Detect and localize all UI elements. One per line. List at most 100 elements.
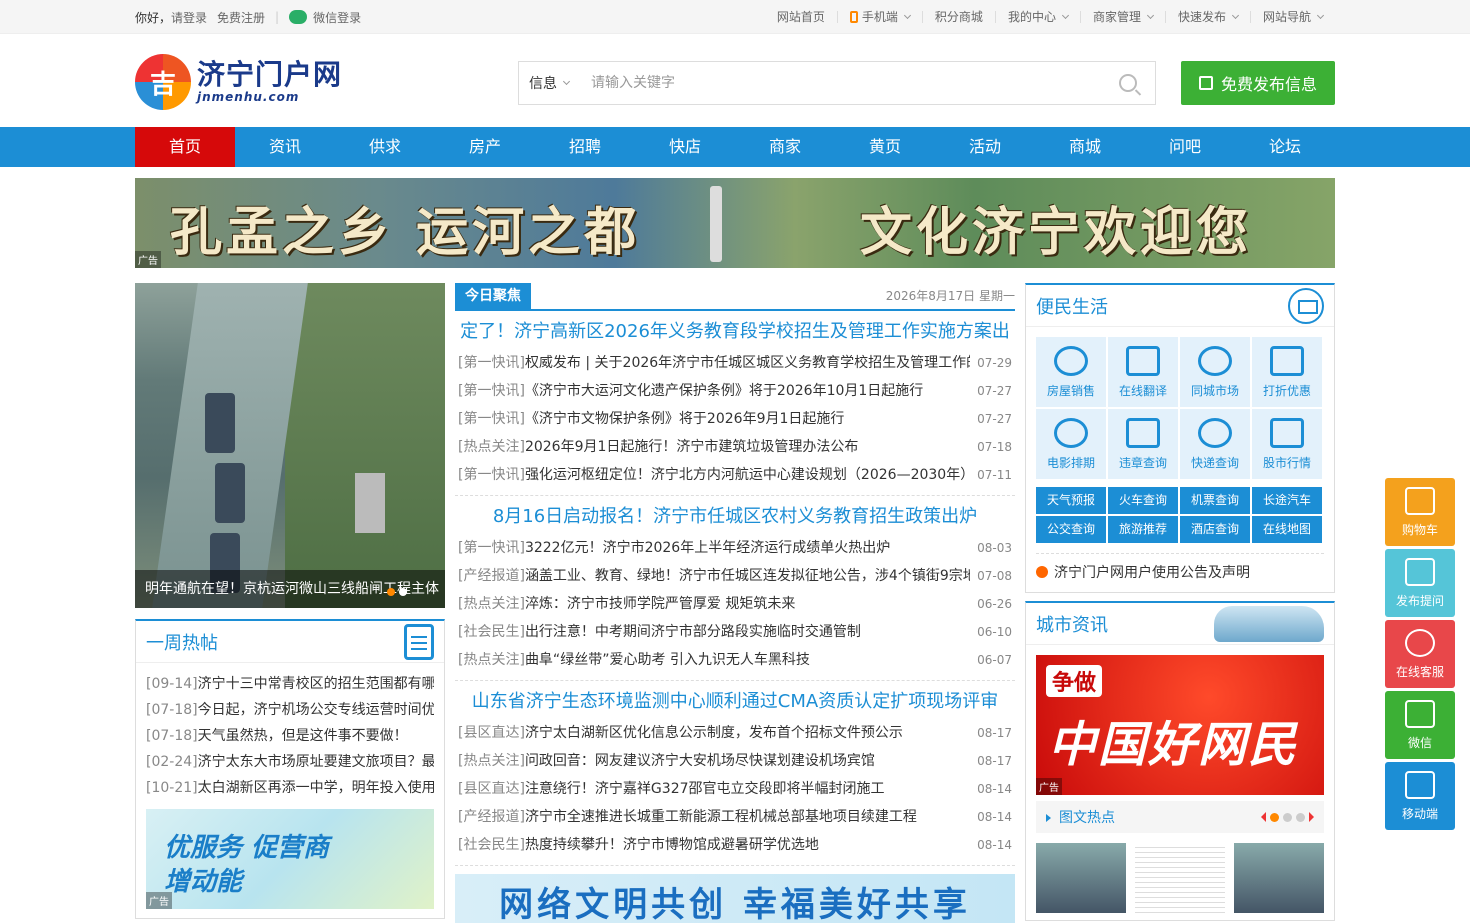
nav-item[interactable]: 商家 (735, 127, 835, 167)
nav-item[interactable]: 资讯 (235, 127, 335, 167)
service-button[interactable]: 酒店查询 (1180, 516, 1250, 543)
prev-arrow-icon[interactable] (1261, 812, 1266, 822)
top-link[interactable]: 我的中心 (994, 11, 1080, 23)
slider-dot[interactable] (399, 588, 407, 596)
service-5[interactable]: 违章查询 (1108, 409, 1178, 479)
news-title: [社会民生]出行注意！中考期间济宁市部分路段实施临时交通管制 (458, 618, 970, 646)
middle-ad[interactable]: 网络文明共创 幸福美好共享 (455, 874, 1015, 923)
news-item[interactable]: [第一快讯]强化运河枢纽定位！济宁北方内河航运中心建设规划（2026—2030年… (458, 461, 1012, 489)
news-item[interactable]: [县区直达]注意绕行！济宁嘉祥G327邵官屯立交段即将半幅封闭施工 08-14 (458, 775, 1012, 803)
float-cart-button[interactable]: 购物车 (1385, 478, 1455, 546)
thumbnail[interactable] (1135, 843, 1225, 913)
service-4[interactable]: 电影排期 (1036, 409, 1106, 479)
news-item[interactable]: [热点关注]曲阜“绿丝带”爱心助考 引入九识无人车黑科技 06-07 (458, 646, 1012, 674)
news-text: 《济宁市大运河文化遗产保护条例》将于2026年10月1日起施行 (524, 383, 924, 399)
news-item[interactable]: [产经报道]涵盖工业、教育、绿地！济宁市任城区连发拟征地公告，涉4个镇街9宗地 0… (458, 562, 1012, 590)
service-button[interactable]: 长途汽车 (1252, 487, 1322, 514)
float-wechat-button[interactable]: 微信 (1385, 691, 1455, 759)
float-appstore-button[interactable]: 移动端 (1385, 762, 1455, 830)
news-item[interactable]: [县区直达]济宁太白湖新区优化信息公示制度，发布首个招标文件预公示 08-17 (458, 719, 1012, 747)
nav-item[interactable]: 房产 (435, 127, 535, 167)
nav-item[interactable]: 黄页 (835, 127, 935, 167)
service-button[interactable]: 天气预报 (1036, 487, 1106, 514)
headline-link[interactable]: 定了！济宁高新区2026年义务教育段学校招生及管理工作实施方案出 (455, 319, 1015, 345)
news-item[interactable]: [第一快讯]权威发布 | 关于2026年济宁市任城区城区义务教育学校招生及管理工… (458, 349, 1012, 377)
service-7[interactable]: 股市行情 (1252, 409, 1322, 479)
service-1[interactable]: 在线翻译 (1108, 337, 1178, 407)
news-item[interactable]: [热点关注]淬炼：济宁市技师学院严管厚爱 规矩筑未来 06-26 (458, 590, 1012, 618)
list-item[interactable]: [07-18]天气虽然热，但是这件事不要做！ (146, 723, 434, 749)
list-item[interactable]: [10-21]太白湖新区再添一中学，明年投入使用 (146, 775, 434, 801)
site-logo[interactable]: 吉 济宁门户网 jnmenhu.com (135, 54, 342, 110)
wechat-login-link[interactable]: 微信登录 (289, 9, 361, 26)
news-item[interactable]: [产经报道]济宁市全速推进长城重工新能源工程机械总部基地项目续建工程 08-14 (458, 803, 1012, 831)
slider-dot[interactable] (387, 588, 395, 596)
float-label: 购物车 (1401, 522, 1438, 537)
nav-item[interactable]: 首页 (135, 127, 235, 167)
float-edit-button[interactable]: 发布提问 (1385, 549, 1455, 617)
service-0[interactable]: 房屋销售 (1036, 337, 1106, 407)
next-arrow-icon[interactable] (1309, 812, 1314, 822)
nav-item[interactable]: 活动 (935, 127, 1035, 167)
list-item[interactable]: [02-24]济宁太东大市场原址要建文旅项目？最 (146, 749, 434, 775)
nav-item[interactable]: 快店 (635, 127, 735, 167)
news-date: 06-10 (977, 625, 1012, 639)
news-item[interactable]: [热点关注]2026年9月1日起施行！济宁市建筑垃圾管理办法公布 07-18 (458, 433, 1012, 461)
thumbnail[interactable] (1036, 843, 1126, 913)
register-link[interactable]: 免费注册 (217, 9, 265, 26)
news-category: [第一快讯] (458, 411, 525, 427)
list-item[interactable]: [09-14]济宁十三中常青校区的招生范围都有哪 (146, 671, 434, 697)
today-focus-tab[interactable]: 今日聚焦 (455, 283, 531, 309)
nav-item[interactable]: 招聘 (535, 127, 635, 167)
news-item[interactable]: [热点关注]问政回音：网友建议济宁大安机场尽快谋划建设机场宾馆 08-17 (458, 747, 1012, 775)
service-button[interactable]: 机票查询 (1180, 487, 1250, 514)
search-input[interactable] (581, 63, 1119, 103)
service-2[interactable]: 同城市场 (1180, 337, 1250, 407)
news-list: [第一快讯]3222亿元！济宁市2026年上半年经济运行成绩单火热出炉 08-03… (455, 530, 1015, 674)
nav-item[interactable]: 论坛 (1235, 127, 1335, 167)
image-slider[interactable]: 明年通航在望！京杭运河微山三线船闸工程主体 (135, 283, 445, 608)
carousel-dot[interactable] (1283, 812, 1292, 822)
banner-ad[interactable]: 孔孟之乡 运河之都 文化济宁欢迎您 广告 (135, 178, 1335, 268)
publish-button[interactable]: 免费发布信息 (1181, 61, 1335, 105)
top-link-label: 积分商城 (934, 10, 983, 24)
float-headset-button[interactable]: 在线客服 (1385, 620, 1455, 688)
news-category: [社会民生] (458, 624, 525, 640)
service-button[interactable]: 在线地图 (1252, 516, 1322, 543)
carousel-dot[interactable] (1270, 812, 1279, 822)
thumbnail[interactable] (1234, 843, 1324, 913)
nav-item[interactable]: 问吧 (1135, 127, 1235, 167)
notice-link[interactable]: 济宁门户网用户使用公告及声明 (1036, 553, 1324, 582)
news-item[interactable]: [社会民生]热度持续攀升！济宁市博物馆成避暑研学优选地 08-14 (458, 831, 1012, 859)
service-label: 违章查询 (1118, 455, 1167, 470)
top-link[interactable]: 网站首页 (765, 11, 837, 23)
carousel-dot[interactable] (1296, 812, 1305, 822)
top-link[interactable]: 积分商城 (921, 10, 995, 24)
service-label: 房屋销售 (1046, 383, 1095, 398)
news-item[interactable]: [第一快讯]《济宁市大运河文化遗产保护条例》将于2026年10月1日起施行 07-… (458, 377, 1012, 405)
headline-link[interactable]: 8月16日启动报名！济宁市任城区农村义务教育招生政策出炉 (455, 504, 1015, 530)
ad-tag: 广告 (1036, 778, 1062, 795)
service-button[interactable]: 火车查询 (1108, 487, 1178, 514)
service-button[interactable]: 旅游推荐 (1108, 516, 1178, 543)
nav-item[interactable]: 商城 (1035, 127, 1135, 167)
service-button[interactable]: 公交查询 (1036, 516, 1106, 543)
side-ad[interactable]: 优服务 促营商 增动能 广告 (146, 809, 434, 909)
top-link[interactable]: 手机端 (836, 11, 922, 23)
list-item[interactable]: [07-18]今日起，济宁机场公交专线运营时间优 (146, 697, 434, 723)
top-link[interactable]: 商家管理 (1079, 11, 1165, 23)
news-item[interactable]: [第一快讯]《济宁市文物保护条例》将于2026年9月1日起施行 07-27 (458, 405, 1012, 433)
service-3[interactable]: 打折优惠 (1252, 337, 1322, 407)
nav-item[interactable]: 供求 (335, 127, 435, 167)
search-icon[interactable] (1119, 74, 1137, 92)
city-news: 城市资讯 争做 中国好网民 广告 图文热点 (1025, 601, 1335, 921)
search-category-select[interactable]: 信息 (519, 73, 581, 93)
news-item[interactable]: [社会民生]出行注意！中考期间济宁市部分路段实施临时交通管制 06-10 (458, 618, 1012, 646)
news-ad[interactable]: 争做 中国好网民 广告 (1036, 655, 1324, 795)
service-6[interactable]: 快递查询 (1180, 409, 1250, 479)
login-link[interactable]: 请登录 (171, 11, 207, 25)
headline-link[interactable]: 山东省济宁生态环境监测中心顺利通过CMA资质认定扩项现场评审 (455, 689, 1015, 715)
top-link[interactable]: 网站导航 (1249, 11, 1335, 23)
news-item[interactable]: [第一快讯]3222亿元！济宁市2026年上半年经济运行成绩单火热出炉 08-03 (458, 534, 1012, 562)
top-link[interactable]: 快速发布 (1164, 11, 1250, 23)
